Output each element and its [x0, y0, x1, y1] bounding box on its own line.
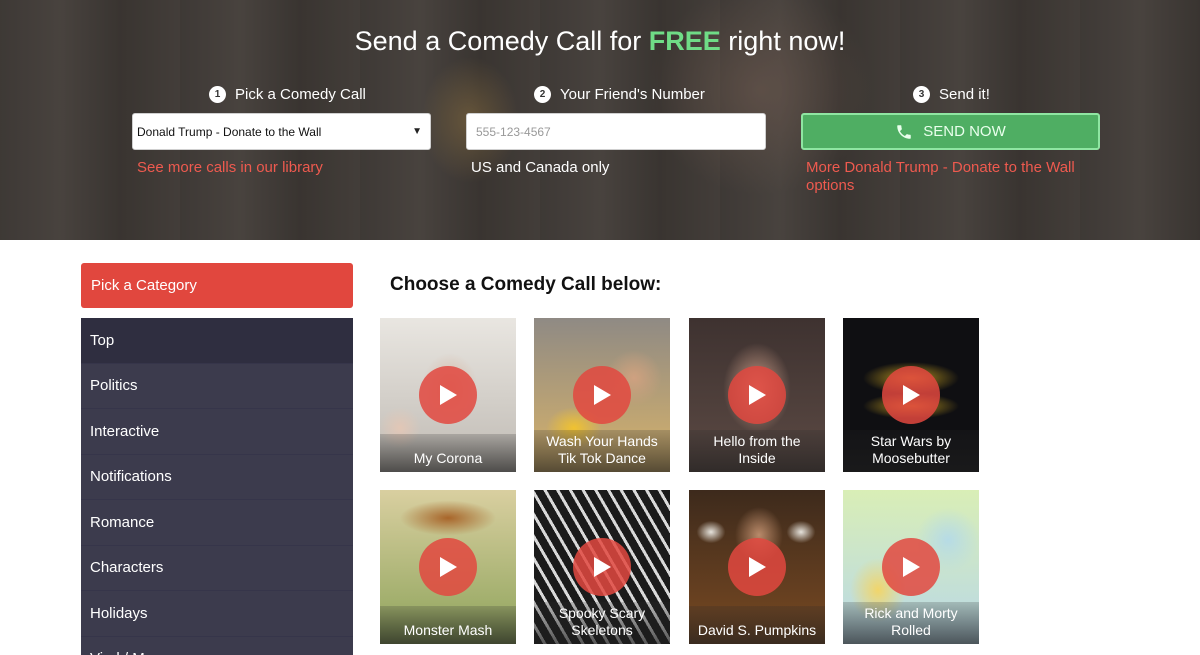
play-icon[interactable]	[728, 366, 786, 424]
hero-banner: Send a Comedy Call for FREE right now! 1…	[0, 0, 1200, 240]
call-title: My Corona	[380, 434, 516, 472]
hero-title: Send a Comedy Call for FREE right now!	[0, 26, 1200, 57]
play-icon[interactable]	[728, 538, 786, 596]
phone-placeholder: 555-123-4567	[476, 124, 551, 139]
call-title: Hello from the Inside	[689, 430, 825, 472]
step-send: 3 Send it!	[913, 86, 990, 103]
category-item-politics[interactable]: Politics	[81, 364, 353, 409]
call-card[interactable]: Hello from the Inside	[689, 318, 825, 472]
hero-title-free: FREE	[648, 26, 721, 56]
step-number: 1	[209, 86, 226, 103]
call-title: Monster Mash	[380, 606, 516, 644]
phone-icon	[897, 124, 911, 139]
play-icon[interactable]	[882, 366, 940, 424]
chevron-down-icon: ▼	[412, 126, 422, 137]
grid-heading: Choose a Comedy Call below:	[390, 274, 662, 295]
step-label: Send it!	[939, 86, 990, 103]
category-item-characters[interactable]: Characters	[81, 546, 353, 591]
comedy-call-select[interactable]: Donald Trump - Donate to the Wall ▼	[132, 113, 431, 150]
send-now-label: SEND NOW	[923, 123, 1006, 140]
category-item-holidays[interactable]: Holidays	[81, 591, 353, 637]
phone-number-input[interactable]: 555-123-4567	[466, 113, 766, 150]
call-card[interactable]: David S. Pumpkins	[689, 490, 825, 644]
step-label: Pick a Comedy Call	[235, 86, 366, 103]
play-icon[interactable]	[419, 538, 477, 596]
category-item-viral[interactable]: Viral / M...	[81, 637, 353, 655]
hero-title-prefix: Send a Comedy Call for	[354, 26, 649, 56]
selected-call-value: Donald Trump - Donate to the Wall	[137, 124, 322, 139]
step-pick-call: 1 Pick a Comedy Call	[209, 86, 366, 103]
category-item-romance[interactable]: Romance	[81, 500, 353, 546]
call-title: Rick and Morty Rolled	[843, 602, 979, 644]
call-card[interactable]: Monster Mash	[380, 490, 516, 644]
play-icon[interactable]	[419, 366, 477, 424]
call-card[interactable]: Wash Your Hands Tik Tok Dance	[534, 318, 670, 472]
call-title: Star Wars by Moosebutter	[843, 430, 979, 472]
category-item-interactive[interactable]: Interactive	[81, 409, 353, 455]
play-icon[interactable]	[573, 366, 631, 424]
category-item-notifications[interactable]: Notifications	[81, 455, 353, 500]
step-label: Your Friend's Number	[560, 86, 705, 103]
call-card[interactable]: Spooky Scary Skeletons	[534, 490, 670, 644]
call-card[interactable]: Star Wars by Moosebutter	[843, 318, 979, 472]
call-title: David S. Pumpkins	[689, 606, 825, 644]
call-title: Spooky Scary Skeletons	[534, 602, 670, 644]
category-list: Top Politics Interactive Notifications R…	[81, 318, 353, 655]
play-icon[interactable]	[882, 538, 940, 596]
hero-title-suffix: right now!	[720, 26, 846, 56]
call-card[interactable]: Rick and Morty Rolled	[843, 490, 979, 644]
region-note: US and Canada only	[471, 159, 610, 176]
call-card[interactable]: My Corona	[380, 318, 516, 472]
send-now-button[interactable]: SEND NOW	[801, 113, 1100, 150]
category-header: Pick a Category	[81, 263, 353, 308]
category-item-top[interactable]: Top	[81, 318, 353, 364]
more-options-link[interactable]: More Donald Trump - Donate to the Wall o…	[806, 159, 1096, 195]
step-friend-number: 2 Your Friend's Number	[534, 86, 705, 103]
call-title: Wash Your Hands Tik Tok Dance	[534, 430, 670, 472]
step-number: 2	[534, 86, 551, 103]
library-link[interactable]: See more calls in our library	[137, 159, 323, 176]
play-icon[interactable]	[573, 538, 631, 596]
step-number: 3	[913, 86, 930, 103]
